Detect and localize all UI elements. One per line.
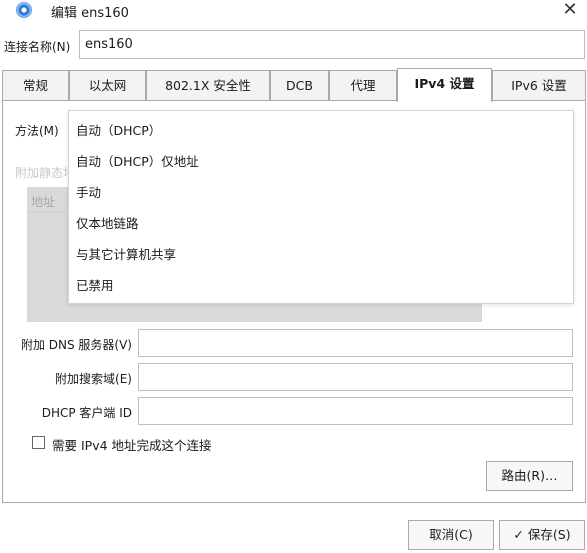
address-column-header: 地址	[31, 195, 56, 209]
method-option-dhcp[interactable]: 自动（DHCP）	[76, 121, 161, 141]
method-label: 方法(M)	[15, 124, 59, 138]
save-button[interactable]: ✓ 保存(S)	[499, 520, 585, 550]
dns-servers-label: 附加 DNS 服务器(V)	[20, 338, 132, 352]
tab-ethernet[interactable]: 以太网	[69, 70, 146, 101]
method-option-manual[interactable]: 手动	[76, 183, 101, 203]
check-icon: ✓	[513, 527, 524, 542]
method-option-link-local[interactable]: 仅本地链路	[76, 214, 139, 234]
tab-ipv4-settings[interactable]: IPv4 设置	[397, 68, 492, 102]
save-button-label: 保存(S)	[527, 527, 571, 542]
tab-bar: 常规 以太网 802.1X 安全性 DCB 代理 IPv4 设置 IPv6 设置	[2, 68, 586, 102]
static-addresses-label: 附加静态地	[15, 166, 76, 180]
method-option-dhcp-address-only[interactable]: 自动（DHCP）仅地址	[76, 152, 199, 172]
tab-dcb[interactable]: DCB	[270, 70, 329, 101]
method-option-shared[interactable]: 与其它计算机共享	[76, 245, 176, 265]
tab-general[interactable]: 常规	[2, 70, 69, 101]
dhcp-client-id-input[interactable]	[138, 397, 573, 425]
dns-servers-input[interactable]	[138, 329, 573, 357]
network-settings-icon	[16, 2, 32, 18]
search-domains-label: 附加搜索域(E)	[55, 372, 132, 386]
cancel-button[interactable]: 取消(C)	[408, 520, 494, 550]
method-option-disabled[interactable]: 已禁用	[76, 276, 114, 296]
routes-button[interactable]: 路由(R)…	[486, 461, 573, 491]
require-ipv4-checkbox[interactable]	[32, 436, 45, 449]
tab-ipv6-settings[interactable]: IPv6 设置	[492, 70, 586, 101]
tab-8021x-security[interactable]: 802.1X 安全性	[146, 70, 270, 101]
method-dropdown-list: 自动（DHCP） 自动（DHCP）仅地址 手动 仅本地链路 与其它计算机共享 已…	[68, 110, 574, 304]
tab-proxy[interactable]: 代理	[329, 70, 397, 101]
dhcp-client-id-label: DHCP 客户端 ID	[41, 406, 132, 420]
connection-name-input[interactable]: ens160	[79, 30, 585, 59]
connection-name-label: 连接名称(N)	[4, 40, 71, 54]
require-ipv4-label: 需要 IPv4 地址完成这个连接	[52, 438, 212, 453]
search-domains-input[interactable]	[138, 363, 573, 391]
close-icon[interactable]: ✕	[559, 0, 581, 22]
window-title: 编辑 ens160	[51, 6, 129, 21]
